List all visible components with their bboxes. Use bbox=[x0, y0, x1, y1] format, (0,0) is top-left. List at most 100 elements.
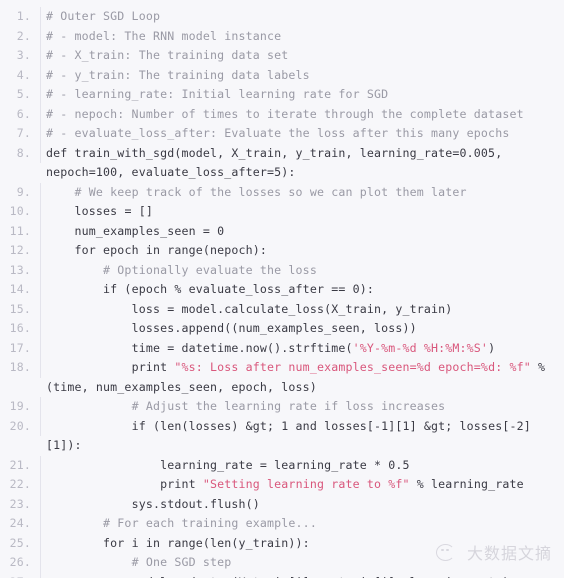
code-line: 10. losses = [] bbox=[0, 202, 564, 222]
line-number: 25. bbox=[0, 533, 41, 553]
line-content: # For each training example... bbox=[41, 514, 564, 534]
line-number: 20. bbox=[0, 416, 41, 436]
token-string: "Setting learning rate to %f" bbox=[202, 477, 410, 491]
code-line: 11. num_examples_seen = 0 bbox=[0, 221, 564, 242]
token-comment: # - nepoch: Number of times to iterate t… bbox=[46, 106, 524, 121]
code-line: 6. # - nepoch: Number of times to iterate… bbox=[0, 104, 564, 125]
code-block: 1. # Outer SGD Loop 2. # - model: The RNN m… bbox=[0, 0, 564, 578]
line-number: 24. bbox=[0, 514, 41, 534]
line-content: for i in range(len(y_train)): bbox=[41, 534, 564, 554]
token-comment: # We keep track of the losses so we can … bbox=[46, 184, 467, 199]
token-comment: # For each training example... bbox=[46, 516, 317, 530]
token-comment: # - model: The RNN model instance bbox=[46, 28, 282, 43]
line-number: 8. bbox=[0, 143, 41, 163]
line-content: losses.append((num_examples_seen, loss)) bbox=[41, 319, 564, 339]
line-number: 21. bbox=[0, 455, 41, 475]
token-string: "%s: Loss after num_examples_seen=%d epo… bbox=[174, 360, 531, 374]
token-code: ) bbox=[488, 340, 496, 355]
code-line: 13. # Optionally evaluate the loss bbox=[0, 260, 564, 281]
line-number: 18. bbox=[0, 358, 41, 378]
line-number: 14. bbox=[0, 280, 41, 300]
line-content: # - y_train: The training data labels bbox=[41, 66, 564, 86]
line-content: loss = model.calculate_loss(X_train, y_t… bbox=[41, 300, 564, 320]
token-string: '%Y-%m-%d %H:%M:%S' bbox=[352, 340, 489, 355]
code-line: 25. for i in range(len(y_train)): bbox=[0, 533, 564, 554]
code-line: 4. # - y_train: The training data labels bbox=[0, 65, 564, 86]
line-number: 11. bbox=[0, 221, 41, 241]
code-line: 15. loss = model.calculate_loss(X_train,… bbox=[0, 299, 564, 320]
line-number: 2. bbox=[0, 26, 41, 46]
line-content: # - nepoch: Number of times to iterate t… bbox=[41, 105, 564, 125]
code-line: 27. model.sgd_step(X_train[i], y_train[i… bbox=[0, 572, 564, 578]
token-code: learning_rate = learning_rate * 0.5 bbox=[46, 457, 410, 472]
line-number: 13. bbox=[0, 260, 41, 280]
line-number: 12. bbox=[0, 241, 41, 261]
token-comment: # - evaluate_loss_after: Evaluate the lo… bbox=[46, 126, 510, 140]
line-content: # - X_train: The training data set bbox=[41, 46, 564, 66]
token-code: sys.stdout.flush() bbox=[46, 496, 260, 511]
line-number: 7. bbox=[0, 124, 41, 144]
token-code: def train_with_sgd(model, X_train, y_tra… bbox=[46, 145, 510, 180]
token-comment: # Adjust the learning rate if loss incre… bbox=[46, 399, 446, 413]
line-number: 17. bbox=[0, 338, 41, 358]
code-line: 18. print "%s: Loss after num_examples_s… bbox=[0, 358, 564, 397]
token-code: for epoch in range(nepoch): bbox=[46, 243, 268, 257]
code-line: 8. def train_with_sgd(model, X_train, y_t… bbox=[0, 143, 564, 183]
line-content: # - model: The RNN model instance bbox=[41, 27, 564, 47]
code-line: 24. # For each training example... bbox=[0, 514, 564, 534]
line-number: 16. bbox=[0, 319, 41, 339]
token-code: if (epoch % evaluate_loss_after == 0): bbox=[46, 282, 374, 296]
token-code: time = datetime.now().strftime( bbox=[46, 340, 353, 355]
line-content: print "Setting learning rate to %f" % le… bbox=[41, 475, 564, 495]
code-line: 7. # - evaluate_loss_after: Evaluate the … bbox=[0, 124, 564, 144]
token-comment: # One SGD step bbox=[46, 555, 232, 569]
code-line: 17. time = datetime.now().strftime('%Y-%… bbox=[0, 338, 564, 359]
token-code: losses = [] bbox=[46, 204, 153, 218]
line-content: # Outer SGD Loop bbox=[41, 7, 564, 27]
line-number: 1. bbox=[0, 7, 41, 27]
code-line-list: 1. # Outer SGD Loop 2. # - model: The RNN m… bbox=[0, 0, 564, 578]
token-code: if (len(losses) &gt; 1 and losses[-1][1]… bbox=[46, 418, 531, 453]
token-comment: # - X_train: The training data set bbox=[46, 48, 289, 62]
code-line: 26. # One SGD step bbox=[0, 553, 564, 573]
code-line: 21. learning_rate = learning_rate * 0.5 bbox=[0, 455, 564, 476]
code-line: 5. # - learning_rate: Initial learning ra… bbox=[0, 85, 564, 105]
code-line: 16. losses.append((num_examples_seen, lo… bbox=[0, 319, 564, 339]
code-line: 19. # Adjust the learning rate if loss i… bbox=[0, 397, 564, 417]
token-code: model.sgd_step(X_train[i], y_train[i], l… bbox=[46, 575, 510, 578]
line-content: time = datetime.now().strftime('%Y-%m-%d… bbox=[41, 339, 564, 359]
line-number: 6. bbox=[0, 104, 41, 124]
line-number: 10. bbox=[0, 202, 41, 222]
code-line: 1. # Outer SGD Loop bbox=[0, 7, 564, 27]
token-comment: # - learning_rate: Initial learning rate… bbox=[46, 87, 389, 101]
code-line: 20. if (len(losses) &gt; 1 and losses[-1… bbox=[0, 416, 564, 456]
line-content: learning_rate = learning_rate * 0.5 bbox=[41, 456, 564, 476]
line-content: # One SGD step bbox=[41, 553, 564, 573]
line-content: print "%s: Loss after num_examples_seen=… bbox=[41, 358, 564, 397]
line-content: def train_with_sgd(model, X_train, y_tra… bbox=[41, 144, 564, 183]
line-content: # Optionally evaluate the loss bbox=[41, 261, 564, 281]
code-line: 9. # We keep track of the losses so we c… bbox=[0, 182, 564, 203]
line-number: 15. bbox=[0, 299, 41, 319]
line-number: 9. bbox=[0, 182, 41, 202]
line-content: model.sgd_step(X_train[i], y_train[i], l… bbox=[41, 573, 564, 578]
code-line: 2. # - model: The RNN model instance bbox=[0, 26, 564, 47]
code-line: 12. for epoch in range(nepoch): bbox=[0, 241, 564, 261]
line-number: 19. bbox=[0, 397, 41, 417]
line-number: 3. bbox=[0, 46, 41, 66]
line-number: 27. bbox=[0, 572, 41, 578]
line-content: for epoch in range(nepoch): bbox=[41, 241, 564, 261]
token-code: loss = model.calculate_loss(X_train, y_t… bbox=[46, 301, 453, 316]
line-content: # - evaluate_loss_after: Evaluate the lo… bbox=[41, 124, 564, 144]
line-content: sys.stdout.flush() bbox=[41, 495, 564, 515]
line-number: 4. bbox=[0, 65, 41, 85]
line-content: # We keep track of the losses so we can … bbox=[41, 183, 564, 203]
token-code: losses.append((num_examples_seen, loss)) bbox=[46, 321, 417, 335]
code-line: 22. print "Setting learning rate to %f" … bbox=[0, 475, 564, 495]
line-content: num_examples_seen = 0 bbox=[41, 222, 564, 242]
token-code: % learning_rate bbox=[409, 477, 524, 491]
line-content: if (len(losses) &gt; 1 and losses[-1][1]… bbox=[41, 417, 564, 456]
token-code: print bbox=[46, 360, 175, 374]
line-number: 22. bbox=[0, 475, 41, 495]
line-content: # Adjust the learning rate if loss incre… bbox=[41, 397, 564, 417]
